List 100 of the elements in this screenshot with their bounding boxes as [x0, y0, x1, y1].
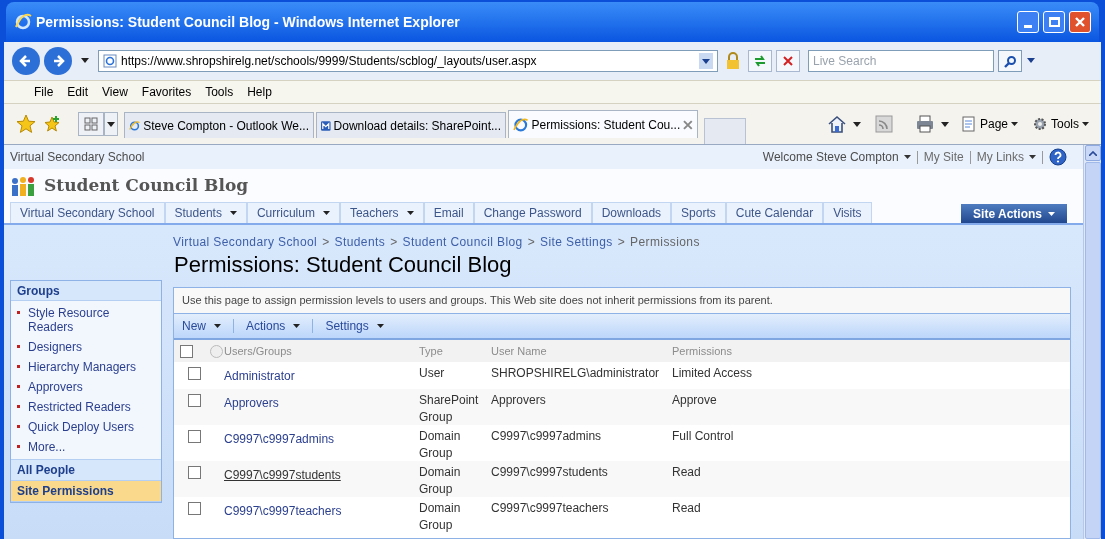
bullet-icon	[17, 365, 20, 368]
breadcrumb-link[interactable]: Student Council Blog	[402, 233, 523, 251]
row-checkbox[interactable]	[188, 502, 201, 515]
group-link[interactable]: Hierarchy Managers	[28, 360, 137, 374]
nav-tab[interactable]: Curriculum	[246, 202, 340, 223]
nav-tab[interactable]: Cute Calendar	[725, 202, 824, 223]
user-link[interactable]: Approvers	[224, 396, 279, 410]
group-link[interactable]: Style Resource Readers	[28, 306, 157, 334]
quick-launch-section[interactable]: Site Permissions	[11, 481, 161, 502]
window-title: Permissions: Student Council Blog - Windows Internet Explorer	[36, 12, 461, 32]
close-icon	[1074, 16, 1086, 28]
caret-icon	[1011, 122, 1018, 126]
close-tab-icon[interactable]	[683, 119, 693, 130]
search-field[interactable]: Live Search	[808, 50, 994, 72]
row-checkbox[interactable]	[188, 466, 201, 479]
row-checkbox[interactable]	[188, 394, 201, 407]
breadcrumb-link[interactable]: Virtual Secondary School	[173, 233, 318, 251]
caret-icon[interactable]	[699, 53, 713, 69]
help-icon[interactable]	[1049, 148, 1067, 166]
nav-tab[interactable]: Teachers	[339, 202, 424, 223]
caret-icon[interactable]	[852, 121, 861, 127]
user-link[interactable]: C9997\c9997admins	[224, 432, 335, 446]
site-actions-button[interactable]: Site Actions	[961, 204, 1067, 223]
group-link[interactable]: Designers	[28, 340, 83, 354]
welcome-menu[interactable]: Welcome Steve Compton	[762, 148, 911, 166]
nav-tab[interactable]: Virtual Secondary School	[10, 202, 165, 223]
breadcrumb-link[interactable]: Students	[334, 233, 386, 251]
bullet-icon	[17, 345, 20, 348]
browser-tab[interactable]: Permissions: Student Cou...	[508, 110, 698, 138]
caret-icon[interactable]	[80, 58, 90, 64]
caret-icon[interactable]	[940, 121, 949, 127]
add-star-icon[interactable]	[42, 114, 62, 134]
printer-icon[interactable]	[914, 115, 935, 133]
minimize-button[interactable]	[1017, 11, 1039, 33]
maximize-button[interactable]	[1043, 11, 1065, 33]
toolbar-menu-button[interactable]: Settings	[325, 317, 384, 335]
nav-tab[interactable]: Visits	[823, 202, 872, 223]
nav-tab[interactable]: Sports	[671, 202, 726, 223]
star-icon[interactable]	[16, 114, 36, 134]
top-link[interactable]: My Site	[923, 148, 964, 166]
top-link[interactable]: My Links	[976, 148, 1036, 166]
table-cell: Read	[672, 465, 701, 479]
page-title: Permissions: Student Council Blog	[173, 251, 513, 279]
group-link[interactable]: Restricted Readers	[28, 400, 131, 414]
browser-tab[interactable]: Steve Compton - Outlook We...	[124, 112, 314, 138]
user-link[interactable]: C9997\c9997teachers	[224, 504, 342, 518]
group-link[interactable]: More...	[28, 440, 66, 454]
back-button[interactable]	[12, 47, 40, 75]
caret-icon	[107, 121, 115, 127]
breadcrumb-link[interactable]: Site Settings	[540, 233, 613, 251]
select-all-checkbox[interactable]	[180, 345, 193, 359]
row-checkbox[interactable]	[188, 430, 201, 443]
toolbar-menu-button[interactable]: Actions	[246, 317, 301, 335]
bullet-icon	[17, 311, 20, 314]
stop-button[interactable]	[776, 50, 800, 72]
menu-item[interactable]: Help	[247, 83, 272, 101]
table-cell: Domain Group	[419, 429, 461, 460]
search-button[interactable]	[998, 50, 1022, 72]
bullet-icon	[17, 385, 20, 388]
quick-launch-section[interactable]: All People	[11, 460, 161, 481]
parent-site-link[interactable]: Virtual Secondary School	[10, 148, 145, 166]
group-link[interactable]: Approvers	[28, 380, 83, 394]
caret-icon	[1082, 122, 1089, 126]
menu-item[interactable]: File	[34, 83, 54, 101]
group-link[interactable]: Quick Deploy Users	[28, 420, 135, 434]
nav-tab[interactable]: Change Password	[473, 202, 592, 223]
bullet-icon	[17, 445, 20, 448]
nav-tab[interactable]: Email	[423, 202, 474, 223]
caret-icon[interactable]	[1026, 58, 1036, 64]
quick-launch-heading[interactable]: Groups	[11, 281, 161, 301]
caret-icon	[214, 324, 221, 328]
user-link[interactable]: C9997\c9997students	[224, 468, 341, 482]
nav-tab[interactable]: Students	[164, 202, 247, 223]
home-icon[interactable]	[826, 115, 847, 133]
table-cell: User	[419, 366, 445, 380]
table-cell: Approvers	[491, 393, 546, 407]
user-link[interactable]: Administrator	[224, 369, 295, 383]
scrollbar[interactable]	[1083, 145, 1101, 539]
forward-button[interactable]	[44, 47, 72, 75]
feed-icon[interactable]	[874, 115, 893, 133]
page-menu-button[interactable]: Page	[960, 115, 1018, 133]
browser-logo-icon	[14, 13, 32, 31]
page-icon	[960, 116, 977, 132]
menu-item[interactable]: Edit	[67, 83, 89, 101]
address-field[interactable]: https://www.shropshirelg.net/schools/9999/Students/scblog/_layouts/user.aspx	[98, 50, 718, 72]
menu-item[interactable]: Tools	[205, 83, 234, 101]
tools-menu-button[interactable]: Tools	[1032, 115, 1089, 133]
refresh-button[interactable]	[748, 50, 772, 72]
menu-item[interactable]: View	[102, 83, 128, 101]
close-button[interactable]	[1069, 11, 1091, 33]
toolbar-menu-button[interactable]: New	[182, 317, 221, 335]
browser-tab[interactable]: Download details: SharePoint...	[316, 112, 506, 138]
nav-tab[interactable]: Downloads	[591, 202, 672, 223]
refresh-icon	[753, 54, 767, 68]
menu-item[interactable]: Favorites	[141, 83, 192, 101]
row-checkbox[interactable]	[188, 367, 201, 380]
table-cell: Domain Group	[419, 465, 461, 496]
breadcrumb-separator: >	[390, 234, 398, 251]
site-title[interactable]: Student Council Blog	[44, 173, 249, 199]
tab-list-button[interactable]	[104, 112, 118, 136]
